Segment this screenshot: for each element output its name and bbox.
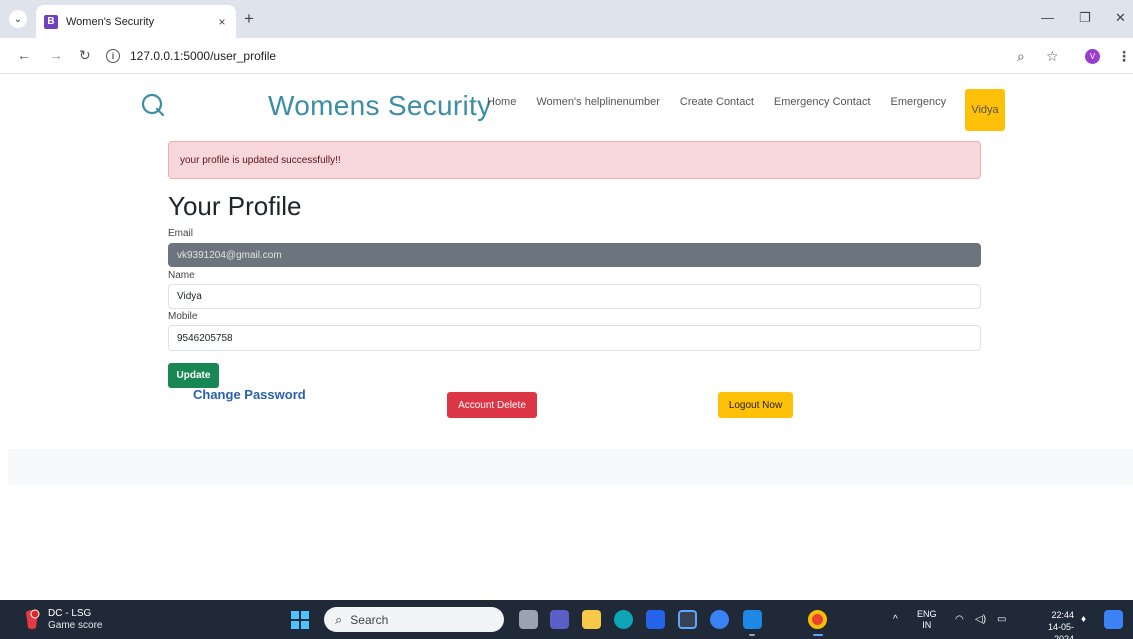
logout-button[interactable]: Logout Now xyxy=(718,392,793,418)
restore-icon[interactable]: ❐ xyxy=(1079,10,1091,26)
menu-kebab-icon[interactable]: ⋮ xyxy=(1117,48,1131,65)
mysql-icon[interactable] xyxy=(646,610,665,629)
copilot-icon[interactable] xyxy=(1104,610,1123,629)
bookmark-star-icon[interactable]: ☆ xyxy=(1046,48,1059,65)
nav-emergency-contact[interactable]: Emergency Contact xyxy=(774,96,871,108)
address-bar[interactable]: i 127.0.0.1:5000/user_profile xyxy=(106,43,1051,69)
page-title: Your Profile xyxy=(168,191,302,221)
tab-close-icon[interactable]: × xyxy=(214,15,230,29)
widget-title[interactable]: DC - LSG xyxy=(48,608,91,619)
chrome-icon[interactable] xyxy=(808,610,827,629)
game-score-widget-icon[interactable] xyxy=(22,608,42,630)
windows-taskbar: DC - LSG Game score ⌕ Search ^ ENG IN ◠ … xyxy=(0,600,1133,639)
mobile-field[interactable]: 9546205758 xyxy=(168,325,981,351)
teams-icon[interactable] xyxy=(550,610,569,629)
browser-tab-active[interactable]: B Women's Security × xyxy=(36,5,236,38)
brand-logo-icon[interactable] xyxy=(140,92,166,118)
name-field[interactable]: Vidya xyxy=(168,284,981,309)
tray-overflow-icon[interactable]: ^ xyxy=(893,600,898,639)
forward-arrow-icon[interactable]: → xyxy=(49,47,63,63)
account-delete-button[interactable]: Account Delete xyxy=(447,392,537,418)
user-menu-button[interactable]: Vidya xyxy=(965,89,1005,131)
lang-primary: ENG xyxy=(917,609,937,619)
email-label: Email xyxy=(168,228,194,239)
clock-date: 14-05-2024 xyxy=(1047,622,1074,639)
tab-title: Women's Security xyxy=(66,15,155,28)
language-indicator[interactable]: ENG IN xyxy=(917,609,937,631)
page-footer xyxy=(8,449,1133,485)
nav-emergency[interactable]: Emergency xyxy=(891,96,947,108)
close-window-icon[interactable]: ✕ xyxy=(1115,10,1126,26)
windows-start-icon[interactable] xyxy=(291,611,309,629)
edge-icon[interactable] xyxy=(614,610,633,629)
nav-home[interactable]: Home xyxy=(487,96,516,108)
zoom-icon[interactable]: ⌕ xyxy=(1017,48,1025,65)
nav-helpline[interactable]: Women's helplinenumber xyxy=(536,96,660,108)
site-info-icon[interactable]: i xyxy=(106,49,120,63)
wifi-icon[interactable]: ◠ xyxy=(955,600,964,639)
name-label: Name xyxy=(168,270,195,281)
new-tab-button[interactable]: + xyxy=(244,9,254,29)
chevron-down-icon: ⌄ xyxy=(13,13,23,25)
running-indicator xyxy=(749,634,755,636)
widget-subtitle: Game score xyxy=(48,620,103,631)
browser-tabstrip: ⌄ B Women's Security × + — ❐ ✕ xyxy=(0,0,1133,38)
profile-avatar[interactable]: V xyxy=(1085,49,1100,64)
battery-icon[interactable]: ▭ xyxy=(997,600,1006,639)
nav-create-contact[interactable]: Create Contact xyxy=(680,96,754,108)
vscode-icon[interactable] xyxy=(743,610,762,629)
browser-toolbar: ← → ↻ i 127.0.0.1:5000/user_profile ⌕ ☆ … xyxy=(0,38,1133,74)
volume-icon[interactable]: ◁) xyxy=(975,600,986,639)
page-content: Womens Security Home Women's helplinenum… xyxy=(0,74,1133,600)
notification-bell-icon[interactable]: ♦ xyxy=(1081,600,1086,639)
file-explorer-icon[interactable] xyxy=(582,610,601,629)
brand-title[interactable]: Womens Security xyxy=(268,90,491,122)
email-field: vk9391204@gmail.com xyxy=(168,243,981,267)
taskbar-clock[interactable]: 22:44 14-05-2024 xyxy=(1031,609,1074,639)
update-button[interactable]: Update xyxy=(168,363,219,388)
address-url: 127.0.0.1:5000/user_profile xyxy=(130,49,277,63)
back-arrow-icon[interactable]: ← xyxy=(17,47,31,63)
lang-secondary: IN xyxy=(922,620,932,630)
email-value: vk9391204@gmail.com xyxy=(177,249,282,261)
taskbar-search[interactable]: ⌕ Search xyxy=(324,607,504,632)
success-alert: your profile is updated successfully!! xyxy=(168,141,981,179)
taskbar-search-label: Search xyxy=(350,612,389,627)
bootstrap-favicon-icon: B xyxy=(44,14,58,29)
minimize-icon[interactable]: — xyxy=(1041,10,1054,25)
clock-time: 22:44 xyxy=(1051,610,1074,620)
search-icon: ⌕ xyxy=(335,611,343,627)
mobile-value: 9546205758 xyxy=(177,332,233,344)
help-icon[interactable] xyxy=(710,610,729,629)
store-icon[interactable] xyxy=(678,610,697,629)
change-password-link[interactable]: Change Password xyxy=(193,387,306,402)
name-value: Vidya xyxy=(177,291,202,302)
task-view-icon[interactable] xyxy=(519,610,538,629)
main-nav: Home Women's helplinenumber Create Conta… xyxy=(487,74,1005,131)
reload-icon[interactable]: ↻ xyxy=(79,47,91,64)
running-indicator-active xyxy=(813,634,823,636)
tab-search-button[interactable]: ⌄ xyxy=(9,10,27,28)
mobile-label: Mobile xyxy=(168,311,198,322)
alert-message: your profile is updated successfully!! xyxy=(180,154,341,166)
